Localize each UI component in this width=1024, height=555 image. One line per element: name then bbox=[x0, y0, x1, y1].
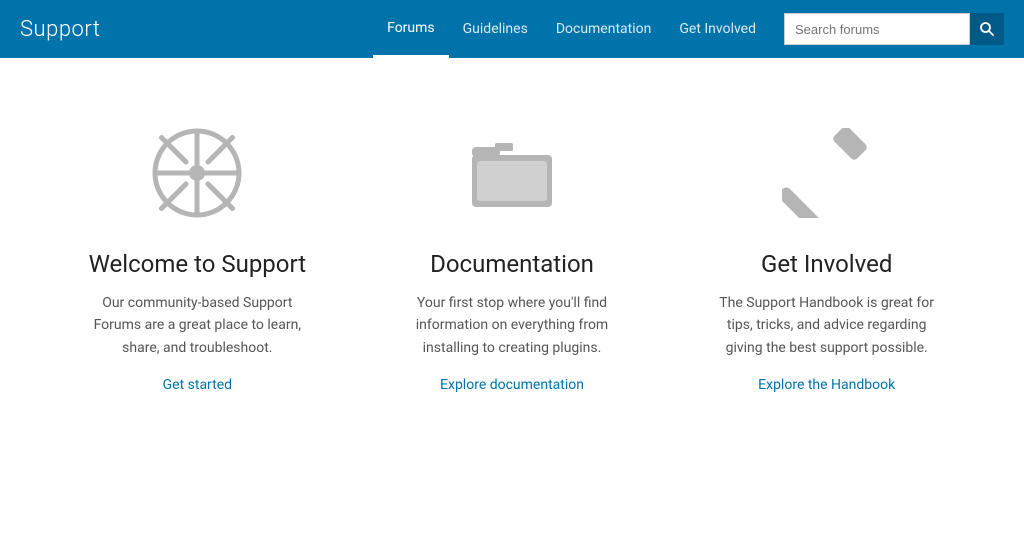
search-icon bbox=[980, 22, 994, 36]
nav-documentation[interactable]: Documentation bbox=[542, 0, 666, 58]
wheel-icon-wrapper bbox=[142, 118, 252, 228]
card-get-involved-desc: The Support Handbook is great for tips, … bbox=[712, 292, 942, 359]
card-welcome-title: Welcome to Support bbox=[89, 250, 306, 278]
card-get-involved-link[interactable]: Explore the Handbook bbox=[758, 377, 895, 393]
hammer-icon-wrapper bbox=[772, 118, 882, 228]
card-documentation-link[interactable]: Explore documentation bbox=[440, 377, 584, 393]
card-get-involved-title: Get Involved bbox=[761, 250, 892, 278]
search-button[interactable] bbox=[970, 13, 1004, 45]
search-area bbox=[784, 13, 1004, 45]
nav-forums[interactable]: Forums bbox=[373, 0, 449, 58]
site-title: Support bbox=[20, 17, 100, 42]
card-get-involved: Get Involved The Support Handbook is gre… bbox=[669, 118, 984, 393]
card-welcome: Welcome to Support Our community-based S… bbox=[40, 118, 355, 393]
card-welcome-link[interactable]: Get started bbox=[163, 377, 232, 393]
card-documentation-desc: Your first stop where you'll find inform… bbox=[397, 292, 627, 359]
folder-icon bbox=[467, 133, 557, 213]
nav-get-involved[interactable]: Get Involved bbox=[665, 0, 770, 58]
main-nav: Forums Guidelines Documentation Get Invo… bbox=[373, 0, 770, 58]
wheel-icon bbox=[152, 128, 242, 218]
hammer-icon bbox=[782, 128, 872, 218]
folder-icon-wrapper bbox=[457, 118, 567, 228]
search-input[interactable] bbox=[784, 13, 970, 45]
site-header: Support Forums Guidelines Documentation … bbox=[0, 0, 1024, 58]
card-welcome-desc: Our community-based Support Forums are a… bbox=[82, 292, 312, 359]
card-documentation: Documentation Your first stop where you'… bbox=[355, 118, 670, 393]
card-documentation-title: Documentation bbox=[430, 250, 594, 278]
main-content: Welcome to Support Our community-based S… bbox=[0, 58, 1024, 433]
nav-guidelines[interactable]: Guidelines bbox=[449, 0, 542, 58]
